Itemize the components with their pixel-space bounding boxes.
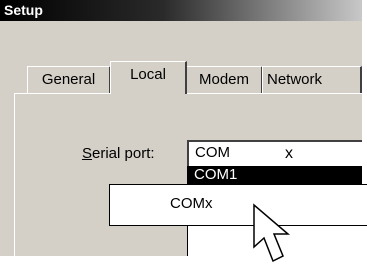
serial-port-label-text: erial port: (92, 145, 155, 162)
tab-modem-label: Modem (198, 71, 250, 88)
serial-port-value: COM (195, 144, 230, 161)
tab-network-label: Network (267, 71, 323, 88)
arrow-pointer-icon (252, 203, 302, 278)
tab-general[interactable]: General (27, 66, 111, 93)
tab-local[interactable]: Local (110, 61, 187, 94)
window-title: Setup (4, 2, 43, 18)
dropdown-option-label: COM1 (194, 166, 238, 183)
serial-port-value-suffix: x (285, 145, 293, 162)
serial-port-combobox[interactable]: COM x (187, 140, 362, 166)
dropdown-option-com1[interactable]: COM1 (188, 166, 362, 185)
tab-modem[interactable]: Modem (186, 66, 263, 93)
tab-general-label: General (41, 71, 96, 88)
serial-port-label-mnemonic: S (82, 145, 93, 162)
local-tab-panel: Serial port: COM x COM1 (14, 93, 362, 256)
serial-port-label: Serial port: (82, 145, 155, 162)
tab-network[interactable]: Network (262, 66, 362, 93)
callout-box: COMx (109, 184, 367, 226)
callout-text: COMx (170, 195, 213, 212)
tab-local-label: Local (130, 66, 166, 83)
arrow-pointer-svg (253, 203, 291, 263)
title-bar[interactable]: Setup (0, 0, 362, 21)
